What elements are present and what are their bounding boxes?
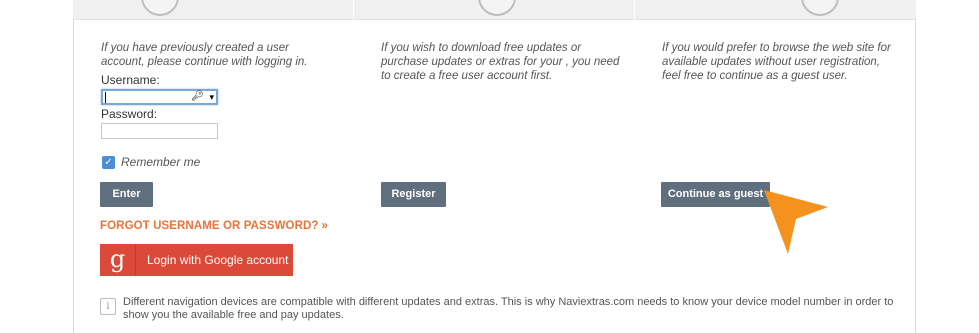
pointer-arrow-icon (764, 190, 828, 254)
pointer-arrow-shape (764, 190, 828, 254)
